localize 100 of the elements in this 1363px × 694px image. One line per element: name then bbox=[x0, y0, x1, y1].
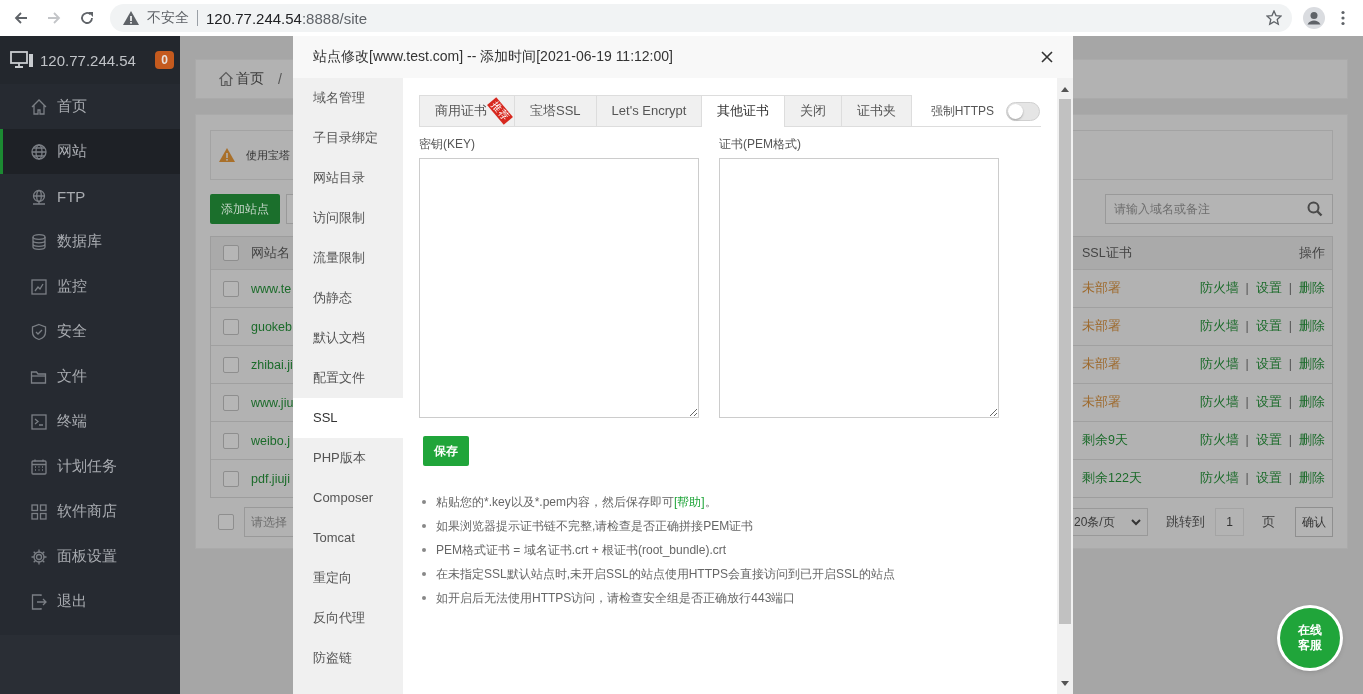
search-field[interactable]: 请输入域名或备注 bbox=[1105, 194, 1333, 224]
site-name-link[interactable]: weibo.j bbox=[251, 433, 295, 448]
checkbox[interactable] bbox=[223, 470, 239, 487]
certificate-textarea[interactable] bbox=[719, 158, 999, 418]
tab[interactable]: 宝塔SSL bbox=[514, 95, 597, 126]
checkbox[interactable] bbox=[223, 318, 239, 335]
search-icon[interactable] bbox=[1307, 201, 1323, 217]
dialog-nav-item[interactable]: 子目录绑定 bbox=[293, 118, 403, 158]
note-text: 粘贴您的*.key以及*.pem内容，然后保存即可[帮助]。 bbox=[436, 493, 717, 511]
action-link[interactable]: 删除 bbox=[1299, 319, 1325, 333]
dialog-nav-item[interactable]: 默认文档 bbox=[293, 318, 403, 358]
checkbox[interactable] bbox=[218, 514, 234, 530]
checkbox[interactable] bbox=[223, 245, 239, 261]
tab[interactable]: 商用证书 推荐 bbox=[419, 95, 515, 126]
sidebar-item[interactable]: 计划任务 bbox=[0, 444, 180, 489]
tab[interactable]: 证书夹 bbox=[841, 95, 913, 126]
dialog-nav-item[interactable]: 反向代理 bbox=[293, 598, 403, 638]
support-button[interactable]: 在线客服 bbox=[1280, 608, 1340, 668]
sidebar-item[interactable]: 监控 bbox=[0, 264, 180, 309]
action-link[interactable]: 删除 bbox=[1299, 433, 1325, 447]
action-link[interactable]: 设置 bbox=[1255, 471, 1282, 485]
dialog-nav-item[interactable]: 伪静态 bbox=[293, 278, 403, 318]
dialog-nav-item[interactable]: 域名管理 bbox=[293, 78, 403, 118]
breadcrumb-separator: / bbox=[278, 71, 282, 87]
site-name-link[interactable]: zhibai.ji bbox=[251, 357, 295, 372]
action-link[interactable]: 防火墙 bbox=[1199, 281, 1239, 295]
action-link[interactable]: 防火墙 bbox=[1199, 319, 1239, 333]
action-link[interactable]: 删除 bbox=[1299, 471, 1325, 485]
sidebar-item[interactable]: FTP bbox=[0, 174, 180, 219]
server-address: 120.77.244.54 bbox=[40, 51, 137, 69]
alert-text: 使用宝塔 bbox=[246, 147, 290, 163]
key-textarea[interactable] bbox=[419, 158, 699, 418]
dialog-nav-item[interactable]: 防盗链 bbox=[293, 638, 403, 678]
column-header: 操作 bbox=[1298, 244, 1326, 262]
sidebar-item[interactable]: 终端 bbox=[0, 399, 180, 444]
action-link[interactable]: 删除 bbox=[1299, 357, 1325, 371]
action-link[interactable]: 设置 bbox=[1255, 395, 1282, 409]
close-icon[interactable] bbox=[1041, 51, 1053, 63]
add-site-button[interactable]: 添加站点 bbox=[210, 194, 280, 224]
notification-badge[interactable]: 0 bbox=[155, 51, 174, 69]
sidebar-item[interactable]: 安全 bbox=[0, 309, 180, 354]
dialog-nav-item[interactable]: SSL bbox=[293, 398, 403, 438]
action-link[interactable]: 防火墙 bbox=[1199, 471, 1239, 485]
sidebar-item[interactable]: 退出 bbox=[0, 579, 180, 624]
scrollbar-thumb[interactable] bbox=[1059, 99, 1071, 624]
checkbox[interactable] bbox=[223, 432, 239, 449]
sidebar-item[interactable]: 文件 bbox=[0, 354, 180, 399]
home-icon bbox=[218, 71, 234, 87]
help-link[interactable]: [帮助] bbox=[674, 494, 705, 509]
action-link[interactable]: 删除 bbox=[1299, 395, 1325, 409]
checkbox[interactable] bbox=[223, 394, 239, 411]
dialog-nav-item[interactable]: 访问限制 bbox=[293, 198, 403, 238]
sidebar-item[interactable]: 首页 bbox=[0, 84, 180, 129]
dialog-nav-item[interactable]: 重定向 bbox=[293, 558, 403, 598]
dialog-nav-item[interactable]: 流量限制 bbox=[293, 238, 403, 278]
sidebar-item[interactable]: 面板设置 bbox=[0, 534, 180, 579]
action-link[interactable]: 防火墙 bbox=[1199, 357, 1239, 371]
site-name-link[interactable]: pdf.jiuji bbox=[251, 471, 295, 486]
reload-icon[interactable] bbox=[79, 10, 95, 26]
toggle-switch[interactable] bbox=[1006, 101, 1040, 121]
address-bar[interactable]: 不安全 120.77.244.54:8888/site bbox=[110, 4, 1292, 32]
sidebar-item[interactable]: 软件商店 bbox=[0, 489, 180, 534]
save-button[interactable]: 保存 bbox=[423, 436, 469, 466]
site-name-link[interactable]: www.te bbox=[251, 281, 295, 296]
chart-icon bbox=[30, 277, 48, 296]
field-label: 密钥(KEY) bbox=[419, 136, 476, 153]
scrollbar[interactable] bbox=[1057, 78, 1073, 694]
action-separator: | bbox=[1245, 281, 1249, 295]
dialog-nav-item[interactable]: PHP版本 bbox=[293, 438, 403, 478]
tab[interactable]: Let's Encrypt bbox=[595, 95, 703, 126]
confirm-button[interactable]: 确认 bbox=[1295, 507, 1333, 537]
sidebar-item[interactable]: 数据库 bbox=[0, 219, 180, 264]
menu-icon[interactable] bbox=[1341, 10, 1345, 26]
page-input[interactable]: 1 bbox=[1215, 508, 1244, 536]
action-separator: | bbox=[1245, 471, 1249, 485]
action-link[interactable]: 设置 bbox=[1255, 357, 1282, 371]
action-link[interactable]: 设置 bbox=[1255, 433, 1282, 447]
action-link[interactable]: 设置 bbox=[1255, 281, 1282, 295]
toggle-label: 强制HTTPS bbox=[930, 102, 994, 120]
column-header: 网站名 bbox=[251, 244, 291, 262]
back-icon[interactable] bbox=[13, 10, 29, 26]
tab[interactable]: 关闭 bbox=[784, 95, 843, 126]
action-link[interactable]: 防火墙 bbox=[1199, 395, 1239, 409]
site-name-link[interactable]: www.jiu bbox=[251, 395, 295, 410]
dialog-nav-item[interactable]: 网站目录 bbox=[293, 158, 403, 198]
star-icon[interactable] bbox=[1266, 10, 1282, 26]
action-separator: | bbox=[1288, 281, 1292, 295]
profile-icon[interactable] bbox=[1303, 7, 1325, 29]
sidebar-item[interactable]: 网站 bbox=[0, 129, 180, 174]
action-link[interactable]: 防火墙 bbox=[1199, 433, 1239, 447]
breadcrumb-link[interactable]: 首页 bbox=[236, 70, 264, 88]
action-separator: | bbox=[1288, 357, 1292, 371]
action-separator: | bbox=[1245, 433, 1249, 447]
action-separator: | bbox=[1245, 357, 1249, 371]
action-link[interactable]: 设置 bbox=[1255, 319, 1282, 333]
tab[interactable]: 其他证书 bbox=[701, 95, 786, 127]
checkbox[interactable] bbox=[223, 356, 239, 373]
checkbox[interactable] bbox=[223, 280, 239, 297]
action-link[interactable]: 删除 bbox=[1299, 281, 1325, 295]
dialog-nav-item[interactable]: 配置文件 bbox=[293, 358, 403, 398]
